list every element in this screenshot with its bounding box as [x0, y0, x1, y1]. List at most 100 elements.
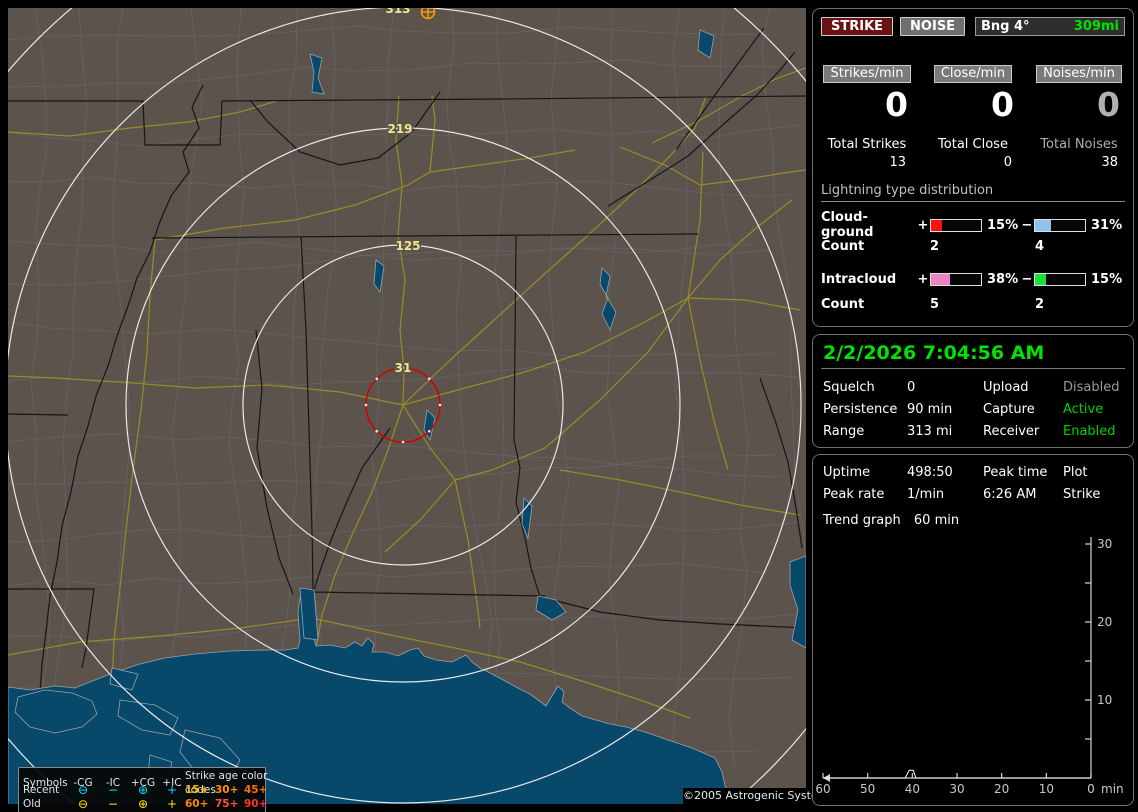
close-per-min-button[interactable]: Close/min	[933, 65, 1013, 83]
close-per-min-value: 0	[991, 85, 1014, 124]
plot-value: Strike	[1063, 487, 1101, 502]
age-15: 15+	[185, 784, 209, 796]
uptime-value: 498:50	[907, 465, 953, 480]
status-panel: 2/2/2026 7:04:56 AM Squelch 0 Upload Dis…	[812, 334, 1134, 448]
recent-neg-cg-icon: ⊖	[77, 783, 89, 797]
plot-label: Plot	[1063, 465, 1088, 480]
datetime-display: 2/2/2026 7:04:56 AM	[821, 341, 1125, 369]
noise-button[interactable]: NOISE	[900, 17, 966, 36]
plus-sign: +	[917, 217, 929, 233]
old-neg-cg-icon: ⊖	[77, 797, 89, 811]
minus-sign: −	[1021, 271, 1033, 287]
persistence-value: 90 min	[907, 402, 953, 417]
total-strikes-label: Total Strikes	[827, 137, 907, 152]
cloud-ground-label: Cloud-ground	[821, 210, 874, 240]
noises-per-min-value: 0	[1097, 85, 1120, 124]
age-60: 60+	[185, 798, 209, 810]
svg-text:min: min	[1101, 782, 1124, 796]
old-neg-ic-icon: −	[107, 797, 119, 811]
range-label: Range	[823, 424, 865, 439]
svg-text:50: 50	[860, 782, 875, 796]
svg-text:20: 20	[994, 782, 1009, 796]
peak-rate-label: Peak rate	[823, 487, 885, 502]
cg-positive-bar	[930, 218, 982, 232]
noises-per-min-button[interactable]: Noises/min	[1036, 65, 1122, 83]
old-pos-cg-icon: ⊕	[137, 797, 149, 811]
total-noises-value: 38	[1101, 155, 1118, 170]
total-strikes-value: 13	[889, 155, 906, 170]
peak-rate-value: 1/min	[907, 487, 945, 502]
ring-label-125: 125	[395, 239, 420, 253]
age-90: 90+	[244, 798, 268, 810]
svg-text:30: 30	[949, 782, 964, 796]
cg-negative-bar-fill	[1035, 219, 1051, 231]
cg-negative-pct: 31%	[1091, 217, 1123, 233]
ic-positive-count: 5	[930, 296, 940, 312]
capture-value: Active	[1063, 402, 1104, 417]
ic-positive-pct: 38%	[987, 271, 1019, 287]
svg-text:20: 20	[1097, 615, 1112, 629]
old-pos-ic-icon: +	[166, 797, 178, 811]
cg-negative-count: 4	[1035, 238, 1045, 254]
lightning-map[interactable]: 313 219 125 31 Symbols -CG -IC +CG +IC S…	[8, 8, 806, 812]
ic-negative-count: 2	[1035, 296, 1045, 312]
minus-sign: −	[1021, 217, 1033, 233]
strikes-per-min-value: 0	[885, 85, 908, 124]
strike-button[interactable]: STRIKE	[821, 17, 894, 36]
squelch-value: 0	[907, 380, 916, 395]
svg-text:10: 10	[1039, 782, 1054, 796]
trend-graph-label: Trend graph	[823, 513, 901, 528]
svg-text:0: 0	[1087, 782, 1095, 796]
ic-positive-bar	[930, 272, 982, 286]
distribution-header: Lightning type distribution	[821, 183, 1125, 202]
bearing-label: Bng 4°	[981, 19, 1030, 34]
svg-text:40: 40	[905, 782, 920, 796]
copyright-notice: ©2005 Astrogenic Systems	[683, 788, 835, 804]
plus-sign: +	[917, 271, 929, 287]
legend-row-old: Old	[23, 798, 41, 810]
peak-time-value: 6:26 AM	[983, 487, 1037, 502]
recent-neg-ic-icon: −	[107, 783, 119, 797]
cg-count-label: Count	[821, 238, 865, 254]
recent-pos-ic-icon: +	[166, 783, 178, 797]
age-75: 75+	[215, 798, 239, 810]
strike-stats-panel: STRIKE NOISE Bng 4° 309mi Strikes/min 0 …	[812, 8, 1134, 327]
cg-positive-pct: 15%	[987, 217, 1019, 233]
receiver-label: Receiver	[983, 424, 1040, 439]
map-legend: Symbols -CG -IC +CG +IC Strike age color…	[18, 767, 267, 812]
svg-text:30: 30	[1097, 537, 1112, 551]
ring-label-219: 219	[387, 122, 412, 136]
receiver-value: Enabled	[1063, 424, 1116, 439]
map-canvas: 313 219 125 31	[8, 8, 806, 804]
range-value: 313 mi	[907, 424, 953, 439]
recent-pos-cg-icon: ⊕	[137, 783, 149, 797]
ic-count-label: Count	[821, 296, 865, 312]
cg-positive-count: 2	[930, 238, 940, 254]
trend-graph-value: 60 min	[913, 513, 960, 528]
upload-value: Disabled	[1063, 380, 1120, 395]
ic-positive-bar-fill	[931, 273, 950, 285]
svg-text:60: 60	[815, 782, 830, 796]
ic-negative-bar-fill	[1035, 273, 1046, 285]
age-45: 45+	[244, 784, 268, 796]
capture-label: Capture	[983, 402, 1035, 417]
bearing-range: 309mi	[1073, 19, 1119, 34]
peak-time-label: Peak time	[983, 465, 1048, 480]
cg-positive-bar-fill	[931, 219, 942, 231]
strikes-per-min-button[interactable]: Strikes/min	[823, 65, 911, 83]
total-close-label: Total Close	[938, 137, 1008, 152]
uptime-label: Uptime	[823, 465, 871, 480]
cg-negative-bar	[1034, 218, 1086, 232]
bearing-display: Bng 4° 309mi	[975, 17, 1125, 36]
ic-negative-bar	[1034, 272, 1086, 286]
uptime-trend-panel: Uptime 498:50 Peak time Plot Peak rate 1…	[812, 454, 1134, 806]
trend-graph: 10 20 30 60 50 40 30 20 10 0 min	[815, 537, 1124, 796]
legend-row-recent: Recent	[23, 784, 60, 796]
intracloud-label: Intracloud	[821, 271, 897, 287]
persistence-label: Persistence	[823, 402, 898, 417]
upload-label: Upload	[983, 380, 1029, 395]
squelch-label: Squelch	[823, 380, 875, 395]
ic-negative-pct: 15%	[1091, 271, 1123, 287]
total-close-value: 0	[1003, 155, 1012, 170]
ring-label-31: 31	[395, 361, 412, 375]
